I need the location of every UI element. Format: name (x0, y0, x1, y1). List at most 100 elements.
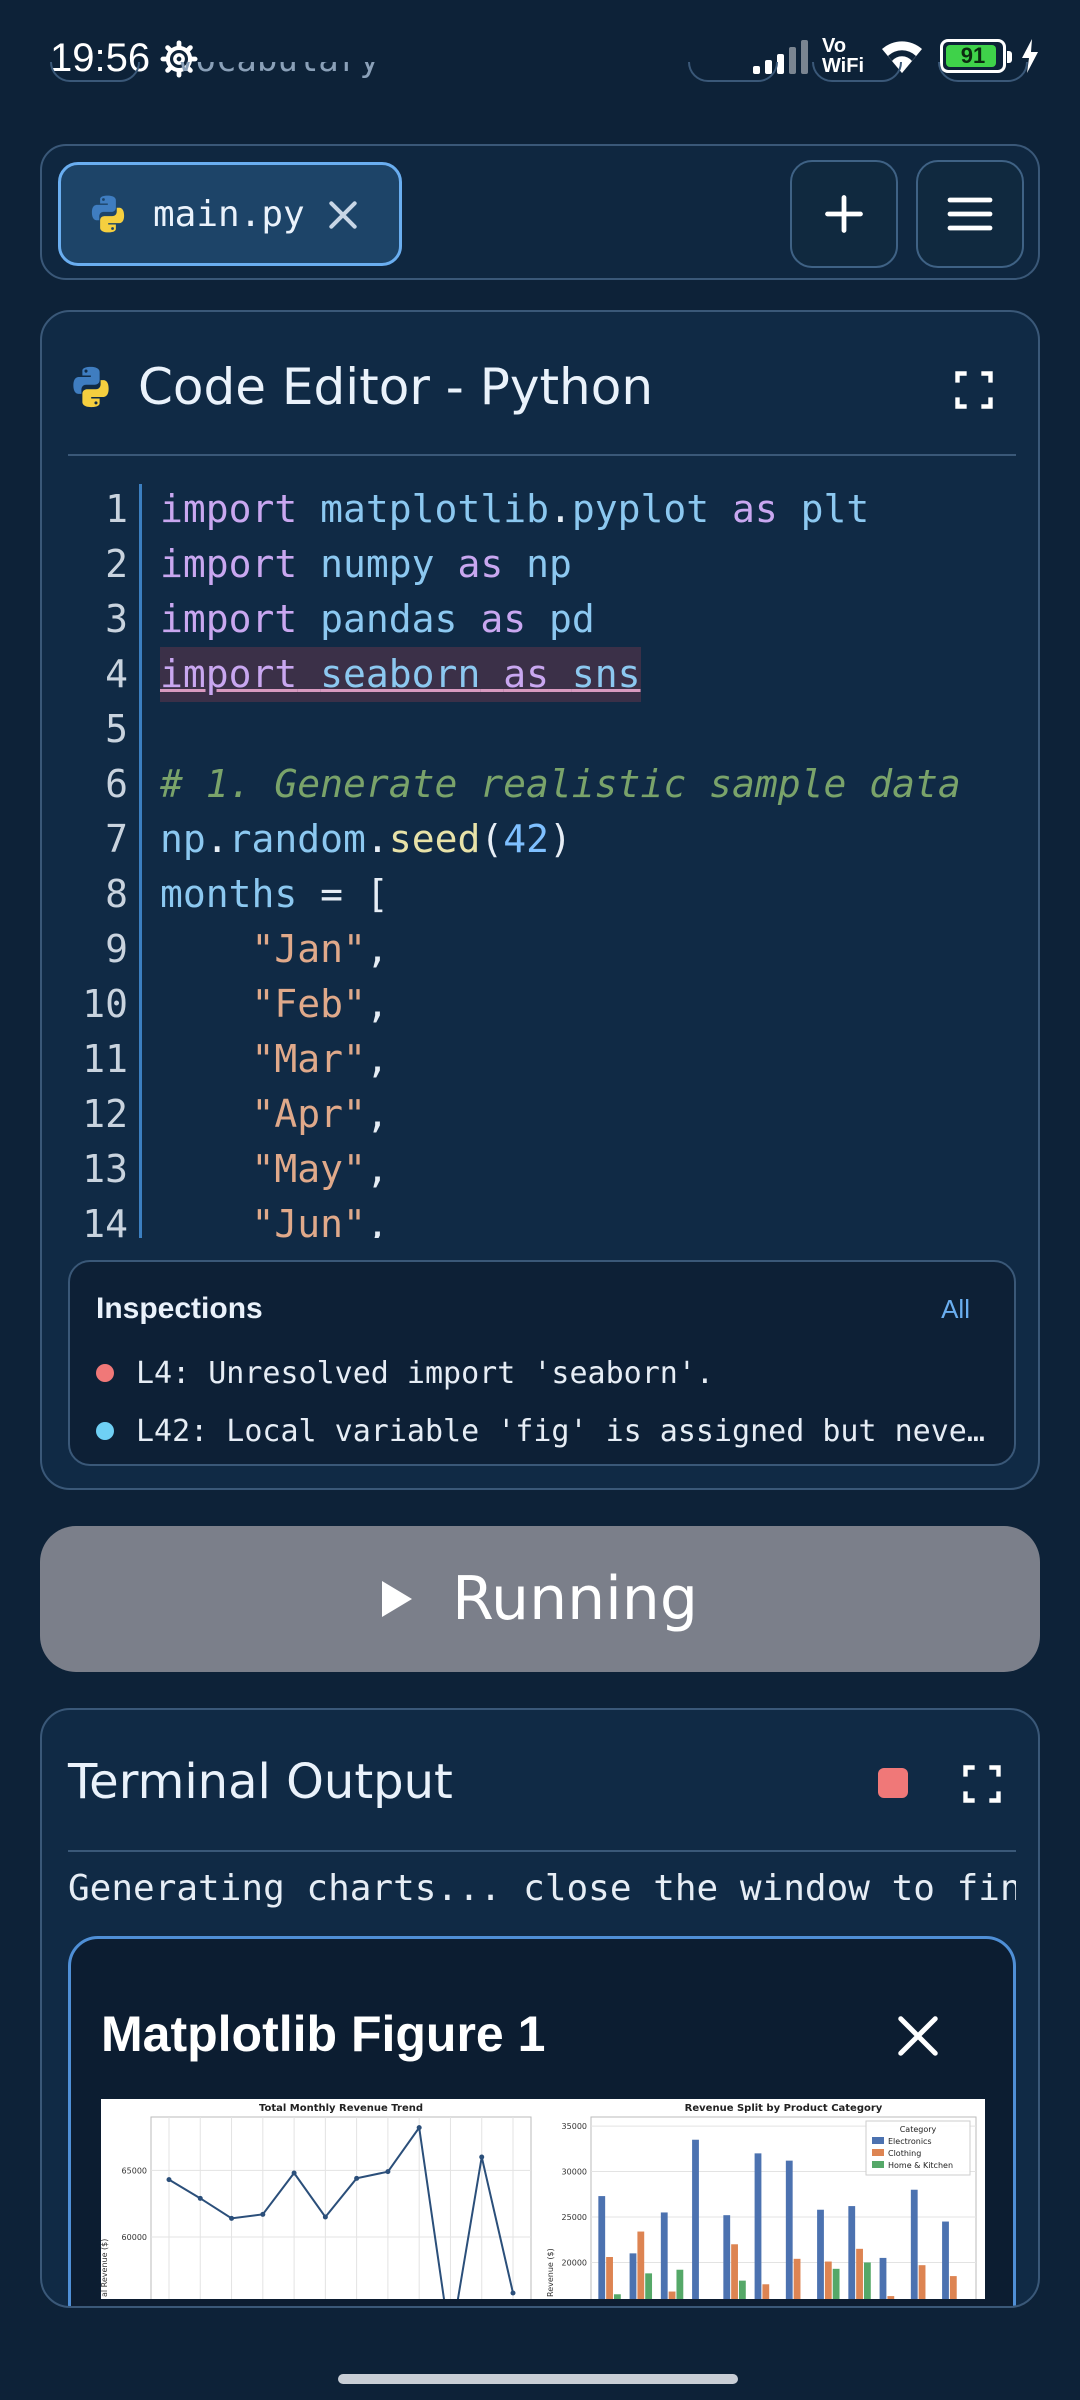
bar-electronics (629, 2253, 637, 2299)
bar-clothing (949, 2276, 957, 2299)
line-number: 1 (105, 487, 128, 531)
bar-electronics (879, 2257, 887, 2299)
code-text: months = [ (160, 872, 389, 916)
code-line[interactable]: 7 np.random.seed(42) (68, 812, 1016, 867)
code-line[interactable]: 10 "Feb", (68, 977, 1016, 1032)
bar-clothing (668, 2291, 676, 2299)
file-tab-main-py[interactable]: main.py (58, 162, 402, 266)
code-line[interactable]: 14 "Jun", (68, 1197, 1016, 1238)
run-button[interactable]: Running (40, 1526, 1040, 1672)
bar-clothing (606, 2257, 613, 2299)
bar-chart-tick-label: 25000 (562, 2213, 587, 2222)
line-chart-point (354, 2175, 360, 2181)
line-chart-point (416, 2125, 422, 2131)
editor-header: Code Editor - Python (68, 352, 1016, 428)
figure-canvas: Total Monthly Revenue Trend6500060000550… (101, 2099, 985, 2299)
python-logo-icon (73, 366, 109, 408)
line-chart-point (322, 2214, 328, 2220)
code-line[interactable]: 3 import pandas as pd (68, 592, 1016, 647)
code-text: "May", (251, 1147, 389, 1191)
line-number: 14 (82, 1202, 128, 1238)
legend-swatch (872, 2161, 884, 2168)
code-line[interactable]: 13 "May", (68, 1142, 1016, 1197)
legend-entry: Clothing (888, 2149, 921, 2158)
line-chart-tick-label: 60000 (122, 2233, 147, 2242)
code-text: import seaborn as sns (160, 647, 641, 702)
stop-icon[interactable] (878, 1768, 908, 1798)
line-chart-point (197, 2195, 203, 2201)
terminal-panel: Terminal Output Generating charts... clo… (40, 1708, 1040, 2308)
legend-title: Category (900, 2125, 937, 2134)
line-number: 8 (105, 872, 128, 916)
figure-title: Matplotlib Figure 1 (101, 2006, 546, 2062)
bar-electronics (942, 2221, 949, 2299)
fullscreen-icon[interactable] (960, 1762, 1004, 1806)
inspection-item[interactable]: L42: Local variable 'fig' is assigned bu… (96, 1408, 996, 1458)
hamburger-menu-icon (947, 197, 993, 231)
bar-clothing (887, 2296, 895, 2299)
code-editor-panel: Code Editor - Python 1 import matplotlib.… (40, 310, 1040, 1490)
close-figure-icon[interactable] (895, 2013, 941, 2059)
inspection-item[interactable]: L4: Unresolved import 'seaborn'. (96, 1350, 996, 1400)
line-chart-title: Total Monthly Revenue Trend (259, 2103, 423, 2114)
editor-divider (68, 454, 1016, 456)
code-area[interactable]: 1 import matplotlib.pyplot as plt 2 import … (68, 472, 1016, 1238)
code-text: "Feb", (251, 982, 389, 1026)
inspections-all-link[interactable]: All (941, 1294, 970, 1325)
code-text: import numpy as np (160, 542, 572, 586)
figure-charts: Total Monthly Revenue Trend6500060000550… (101, 2103, 977, 2299)
line-number: 10 (82, 982, 128, 1026)
code-line[interactable]: 2 import numpy as np (68, 537, 1016, 592)
line-chart-point (385, 2169, 391, 2175)
code-text: "Jun", (251, 1202, 389, 1238)
bar-clothing (762, 2284, 770, 2299)
bar-electronics (785, 2160, 793, 2299)
bar-clothing (731, 2244, 738, 2299)
close-tab-icon[interactable] (323, 195, 363, 235)
peek-element (812, 62, 902, 82)
bar-home-kitchen (676, 2269, 684, 2299)
line-number: 11 (82, 1037, 128, 1081)
code-line[interactable]: 5 (68, 702, 1016, 757)
play-icon (382, 1581, 413, 1617)
home-indicator[interactable] (338, 2374, 738, 2384)
new-file-button[interactable] (790, 160, 898, 268)
error-dot-icon (96, 1364, 114, 1382)
code-line[interactable]: 1 import matplotlib.pyplot as plt (68, 482, 1016, 537)
code-line[interactable]: 8 months = [ (68, 867, 1016, 922)
bar-electronics (817, 2209, 824, 2299)
bar-clothing (918, 2265, 926, 2299)
bar-chart-tick-label: 20000 (562, 2258, 587, 2267)
plus-icon (825, 195, 863, 233)
python-logo-icon (91, 195, 125, 233)
line-number: 12 (82, 1092, 128, 1136)
code-line[interactable]: 12 "Apr", (68, 1087, 1016, 1142)
legend-entry: Home & Kitchen (888, 2161, 953, 2170)
code-line[interactable]: 11 "Mar", (68, 1032, 1016, 1087)
line-chart-point (291, 2170, 297, 2176)
line-number: 6 (105, 762, 128, 806)
menu-button[interactable] (916, 160, 1024, 268)
peek-element (688, 62, 778, 82)
peek-element (50, 62, 140, 82)
line-chart-ylabel: al Revenue ($) (101, 2239, 109, 2297)
peek-element (938, 62, 1028, 82)
inspections-title: Inspections (96, 1292, 263, 1325)
bar-chart-title: Revenue Split by Product Category (685, 2103, 883, 2114)
bar-home-kitchen (832, 2268, 840, 2299)
bar-electronics (723, 2215, 731, 2299)
code-line[interactable]: 6 # 1. Generate realistic sample data (68, 757, 1016, 812)
file-tab-bar: main.py (40, 144, 1040, 280)
code-line[interactable]: 4 import seaborn as sns (68, 647, 1016, 702)
terminal-title: Terminal Output (68, 1754, 453, 1810)
fullscreen-icon[interactable] (952, 368, 996, 412)
code-text: import pandas as pd (160, 597, 595, 641)
line-chart-point (479, 2154, 485, 2160)
tab-label: main.py (153, 193, 305, 235)
status-bar: 19:56 Vo WiFi 91 (0, 0, 1080, 120)
code-text: "Jan", (251, 927, 389, 971)
bar-chart-tick-label: 30000 (562, 2168, 587, 2177)
inspection-message: L4: Unresolved import 'seaborn'. (136, 1356, 714, 1391)
code-line[interactable]: 9 "Jan", (68, 922, 1016, 977)
bar-electronics (598, 2196, 606, 2299)
